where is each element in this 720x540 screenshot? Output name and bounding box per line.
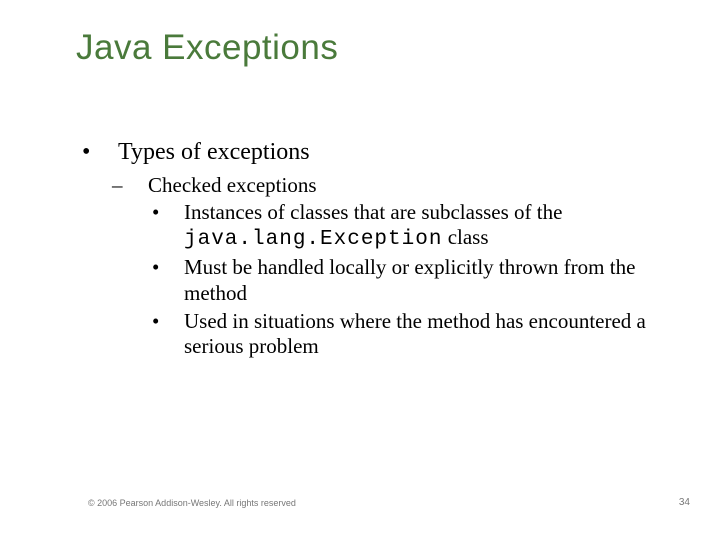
l1-text: Types of exceptions [118, 139, 310, 165]
l2-text: Checked exceptions [148, 173, 317, 197]
bullet-level-2: –Checked exceptions [148, 173, 660, 198]
bullet-level-3: •Used in situations where the method has… [184, 309, 660, 359]
l3-3-text: Used in situations where the method has … [184, 309, 646, 358]
bullet-level-3: •Instances of classes that are subclasse… [184, 200, 660, 252]
slide: Java Exceptions •Types of exceptions –Ch… [0, 0, 720, 540]
bullet-dot-icon: • [100, 138, 118, 167]
bullet-dot-icon: • [168, 255, 184, 280]
l3-2-text: Must be handled locally or explicitly th… [184, 255, 635, 304]
l3-1-post: class [442, 225, 488, 249]
bullet-dash-icon: – [130, 173, 148, 198]
slide-title: Java Exceptions [76, 28, 338, 68]
bullet-dot-icon: • [168, 200, 184, 225]
page-number: 34 [679, 497, 690, 508]
bullet-dot-icon: • [168, 309, 184, 334]
copyright-footer: © 2006 Pearson Addison-Wesley. All right… [88, 498, 296, 508]
bullet-level-3: •Must be handled locally or explicitly t… [184, 255, 660, 305]
l3-1-pre: Instances of classes that are subclasses… [184, 200, 562, 224]
slide-body: •Types of exceptions –Checked exceptions… [100, 138, 660, 362]
code-span: java.lang.Exception [184, 228, 442, 251]
bullet-level-1: •Types of exceptions [118, 138, 660, 167]
